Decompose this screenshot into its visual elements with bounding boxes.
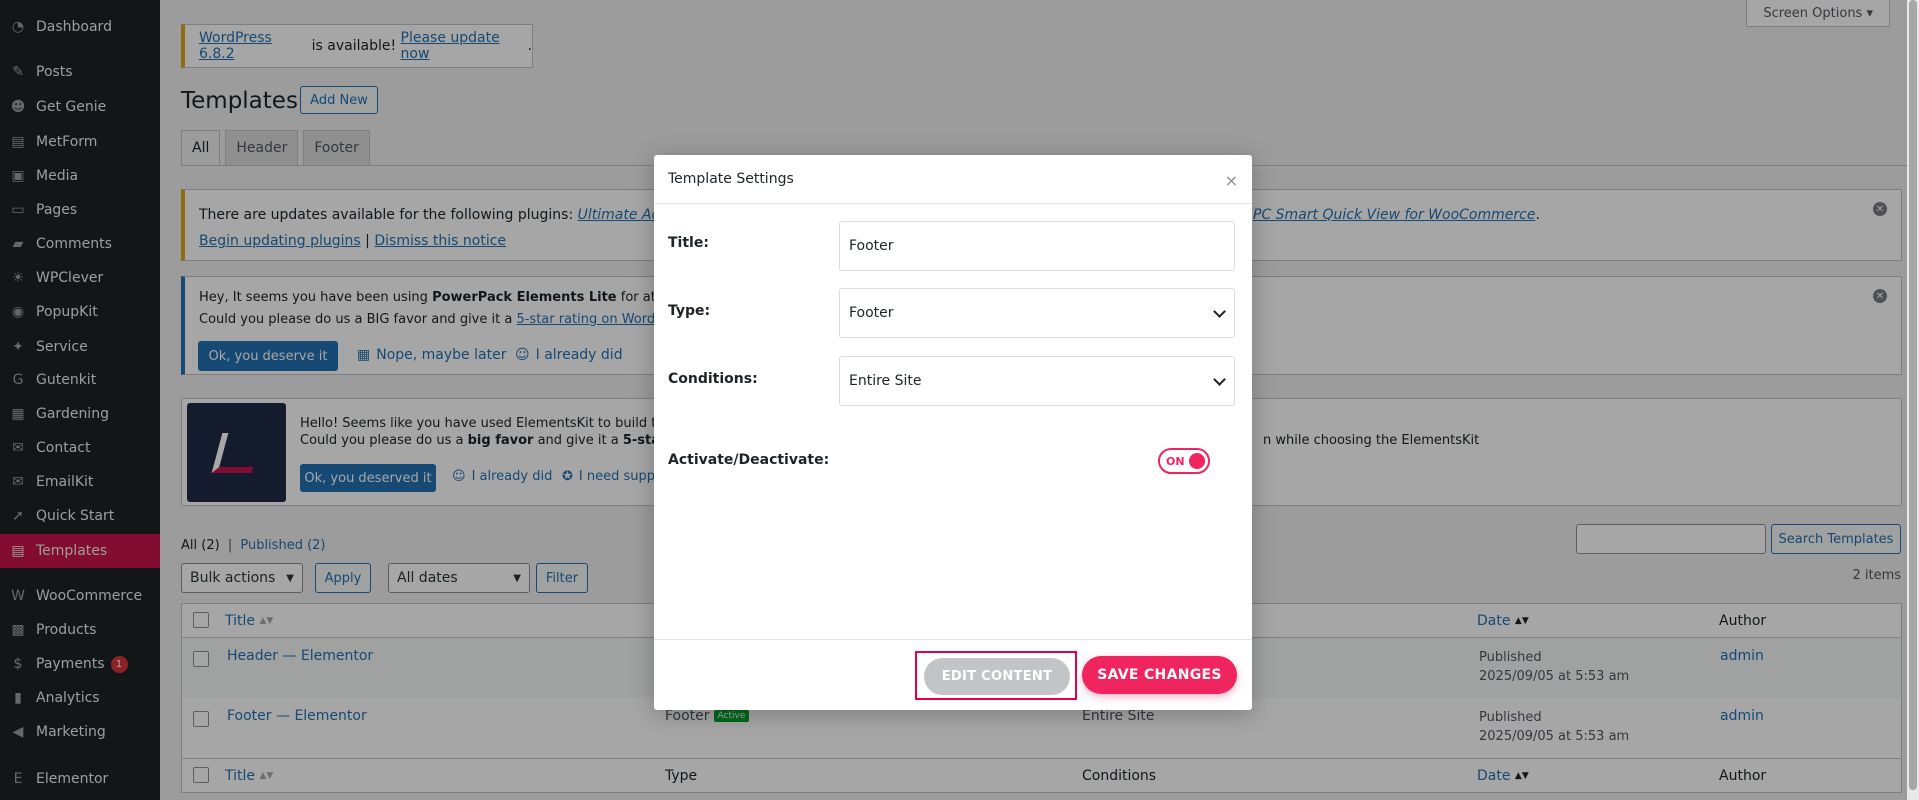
toggle-state-label: ON [1166, 454, 1185, 468]
type-label: Type: [668, 303, 711, 319]
conditions-select[interactable]: Entire Site [839, 356, 1235, 406]
page-scrollbar[interactable] [1907, 0, 1919, 800]
type-select-value: Footer [849, 305, 894, 321]
conditions-label: Conditions: [668, 371, 758, 387]
save-changes-button[interactable]: SAVE CHANGES [1082, 656, 1237, 694]
modal-title: Template Settings [668, 171, 794, 187]
chevron-down-icon [1213, 305, 1226, 318]
edit-content-button[interactable]: EDIT CONTENT [924, 658, 1070, 695]
toggle-knob [1189, 453, 1205, 469]
activate-toggle[interactable]: ON [1158, 448, 1210, 474]
modal-header: Template Settings [654, 155, 1252, 204]
template-settings-modal: Template Settings × Title: Footer Type: … [654, 155, 1252, 710]
activate-label: Activate/Deactivate: [668, 452, 830, 468]
edit-content-highlight: EDIT CONTENT [915, 651, 1077, 700]
conditions-select-value: Entire Site [849, 373, 922, 389]
chevron-down-icon [1213, 373, 1226, 386]
title-input[interactable]: Footer [839, 221, 1235, 271]
title-label: Title: [668, 235, 709, 251]
modal-footer: EDIT CONTENT SAVE CHANGES [654, 639, 1252, 710]
close-icon[interactable]: × [1225, 171, 1238, 190]
scrollbar-thumb[interactable] [1909, 0, 1917, 790]
type-select[interactable]: Footer [839, 288, 1235, 338]
